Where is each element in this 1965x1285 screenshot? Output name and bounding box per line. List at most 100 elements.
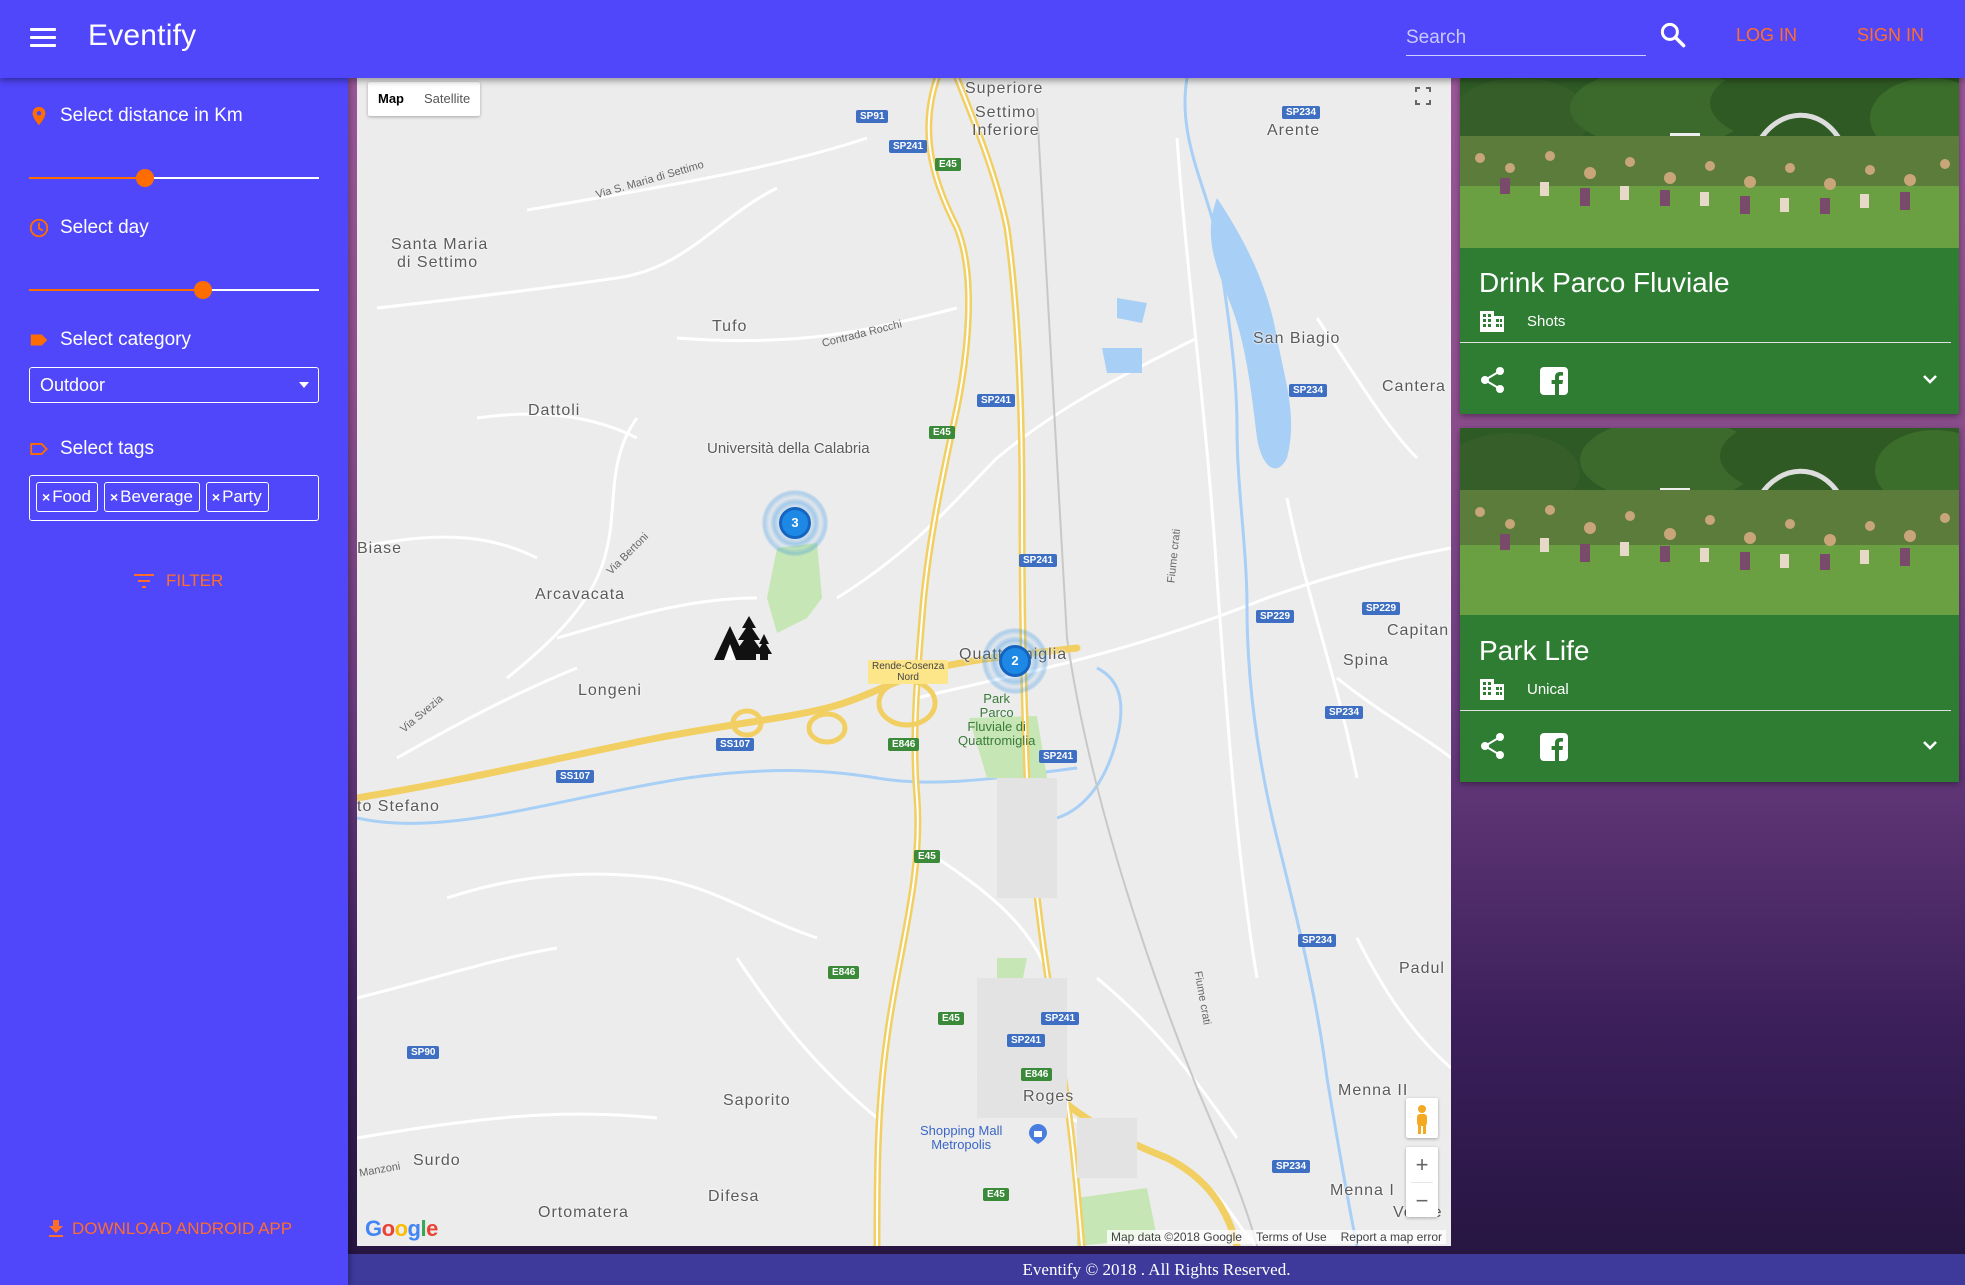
road-shield: SP229 bbox=[1362, 602, 1401, 615]
share-icon[interactable] bbox=[1480, 732, 1506, 760]
filter-button[interactable]: FILTER bbox=[134, 571, 223, 591]
road-shield: E846 bbox=[828, 966, 860, 979]
road-shield: SP91 bbox=[856, 110, 889, 123]
label-outline-icon bbox=[30, 443, 48, 455]
distance-label: Select distance in Km bbox=[60, 105, 243, 126]
tags-input[interactable]: × Food × Beverage × Party bbox=[29, 475, 319, 521]
category-selected-value: Outdoor bbox=[40, 375, 106, 395]
zoom-control: + − bbox=[1406, 1147, 1438, 1217]
map-label: Padul bbox=[1399, 960, 1445, 977]
road-shield: E45 bbox=[935, 158, 961, 171]
road-shield: SP234 bbox=[1289, 384, 1328, 397]
category-label: Select category bbox=[60, 329, 191, 350]
street-view-pegman-icon[interactable] bbox=[1406, 1098, 1438, 1138]
fullscreen-icon[interactable] bbox=[1405, 80, 1441, 112]
road-shield: SS107 bbox=[556, 770, 595, 783]
distance-slider[interactable] bbox=[29, 167, 319, 189]
road-shield: SP234 bbox=[1272, 1160, 1311, 1173]
building-icon bbox=[1480, 679, 1504, 700]
map-label: Surdo bbox=[413, 1152, 461, 1169]
menu-icon[interactable] bbox=[30, 28, 56, 48]
label-icon bbox=[30, 334, 48, 346]
search-field bbox=[1406, 20, 1646, 56]
app-title: Eventify bbox=[88, 19, 197, 52]
building-icon bbox=[1480, 311, 1504, 332]
card-divider bbox=[1460, 710, 1951, 711]
map-type-map-button[interactable]: Map bbox=[368, 82, 414, 116]
map-label: Menna I bbox=[1330, 1182, 1395, 1199]
day-slider-thumb[interactable] bbox=[194, 281, 212, 299]
tag-chip-beverage[interactable]: × Beverage bbox=[103, 482, 200, 512]
remove-tag-icon[interactable]: × bbox=[42, 489, 50, 505]
event-title[interactable]: Drink Parco Fluviale bbox=[1479, 267, 1730, 299]
tags-label: Select tags bbox=[60, 438, 154, 459]
share-icon[interactable] bbox=[1480, 366, 1506, 394]
road-shield: SP234 bbox=[1298, 934, 1337, 947]
map-label: Arente bbox=[1267, 122, 1321, 139]
download-icon bbox=[49, 1220, 63, 1237]
road-shield: SS107 bbox=[716, 738, 755, 751]
event-cluster-marker[interactable]: 2 bbox=[982, 628, 1048, 694]
map-label: Settimo bbox=[975, 104, 1037, 121]
road-shield: E45 bbox=[983, 1188, 1009, 1201]
login-link[interactable]: LOG IN bbox=[1736, 25, 1797, 46]
event-card[interactable]: Drink Parco Fluviale Shots bbox=[1460, 78, 1959, 414]
category-select[interactable]: Outdoor bbox=[29, 367, 319, 403]
day-section-label: Select day bbox=[28, 217, 149, 239]
facebook-icon[interactable] bbox=[1540, 733, 1568, 761]
road-shield: E45 bbox=[938, 1012, 964, 1025]
road-shield: SP229 bbox=[1256, 610, 1295, 623]
terms-link[interactable]: Terms of Use bbox=[1256, 1230, 1327, 1244]
report-error-link[interactable]: Report a map error bbox=[1341, 1230, 1442, 1244]
top-app-bar: Eventify LOG IN SIGN IN bbox=[0, 0, 1965, 78]
map-label: Superiore bbox=[965, 80, 1044, 97]
map-type-satellite-button[interactable]: Satellite bbox=[414, 82, 480, 116]
map-label: Arcavacata bbox=[535, 586, 626, 603]
day-slider[interactable] bbox=[29, 279, 319, 301]
event-map[interactable]: Map Satellite Superiore Settimo Inferior… bbox=[357, 78, 1451, 1246]
download-app-button[interactable]: DOWNLOAD ANDROID APP bbox=[48, 1219, 292, 1239]
map-label: Biase bbox=[357, 540, 403, 557]
junction-label: Rende-Cosenza Nord bbox=[868, 660, 949, 684]
filter-icon bbox=[134, 574, 154, 588]
event-cluster-marker[interactable]: 3 bbox=[762, 490, 828, 556]
road-shield: SP234 bbox=[1325, 706, 1364, 719]
event-photo bbox=[1460, 78, 1959, 248]
remove-tag-icon[interactable]: × bbox=[212, 489, 220, 505]
search-icon[interactable] bbox=[1658, 20, 1688, 50]
road-shield: SP241 bbox=[1041, 1012, 1080, 1025]
map-type-control: Map Satellite bbox=[368, 82, 481, 116]
map-label: Università della Calabria bbox=[707, 440, 870, 457]
event-title[interactable]: Park Life bbox=[1479, 635, 1590, 667]
clock-icon bbox=[29, 218, 49, 238]
expand-chevron-icon[interactable] bbox=[1922, 740, 1938, 752]
dropdown-caret-icon bbox=[299, 382, 309, 388]
park-label: Park Parco Fluviale di Quattromiglia bbox=[958, 691, 1036, 748]
search-input[interactable] bbox=[1406, 20, 1646, 55]
page-footer: Eventify © 2018 . All Rights Reserved. bbox=[348, 1254, 1965, 1285]
road-shield: E45 bbox=[914, 850, 940, 863]
event-card[interactable]: Park Life Unical bbox=[1460, 428, 1959, 782]
road-shield: E45 bbox=[929, 426, 955, 439]
signin-link[interactable]: SIGN IN bbox=[1857, 25, 1924, 46]
shopping-pin-icon[interactable] bbox=[1029, 1124, 1047, 1144]
map-label: Dattoli bbox=[528, 402, 581, 419]
google-logo: Google bbox=[365, 1216, 438, 1241]
road-shield: SP234 bbox=[1282, 106, 1321, 119]
tag-chip-food[interactable]: × Food bbox=[36, 482, 98, 512]
camping-marker-icon[interactable] bbox=[712, 614, 772, 662]
map-attribution: Map data ©2018 Google Terms of Use Repor… bbox=[1107, 1230, 1446, 1244]
distance-slider-thumb[interactable] bbox=[136, 169, 154, 187]
map-label: Difesa bbox=[708, 1188, 760, 1205]
zoom-in-button[interactable]: + bbox=[1406, 1147, 1438, 1182]
map-label: Inferiore bbox=[972, 122, 1040, 139]
map-label: di Settimo bbox=[397, 254, 479, 271]
tag-chip-party[interactable]: × Party bbox=[205, 482, 269, 512]
map-label: Longeni bbox=[578, 682, 642, 699]
expand-chevron-icon[interactable] bbox=[1922, 374, 1938, 386]
remove-tag-icon[interactable]: × bbox=[110, 489, 118, 505]
zoom-out-button[interactable]: − bbox=[1406, 1183, 1438, 1218]
facebook-icon[interactable] bbox=[1540, 367, 1568, 395]
road-shield: SP241 bbox=[977, 394, 1016, 407]
road-shield: SP241 bbox=[889, 140, 928, 153]
